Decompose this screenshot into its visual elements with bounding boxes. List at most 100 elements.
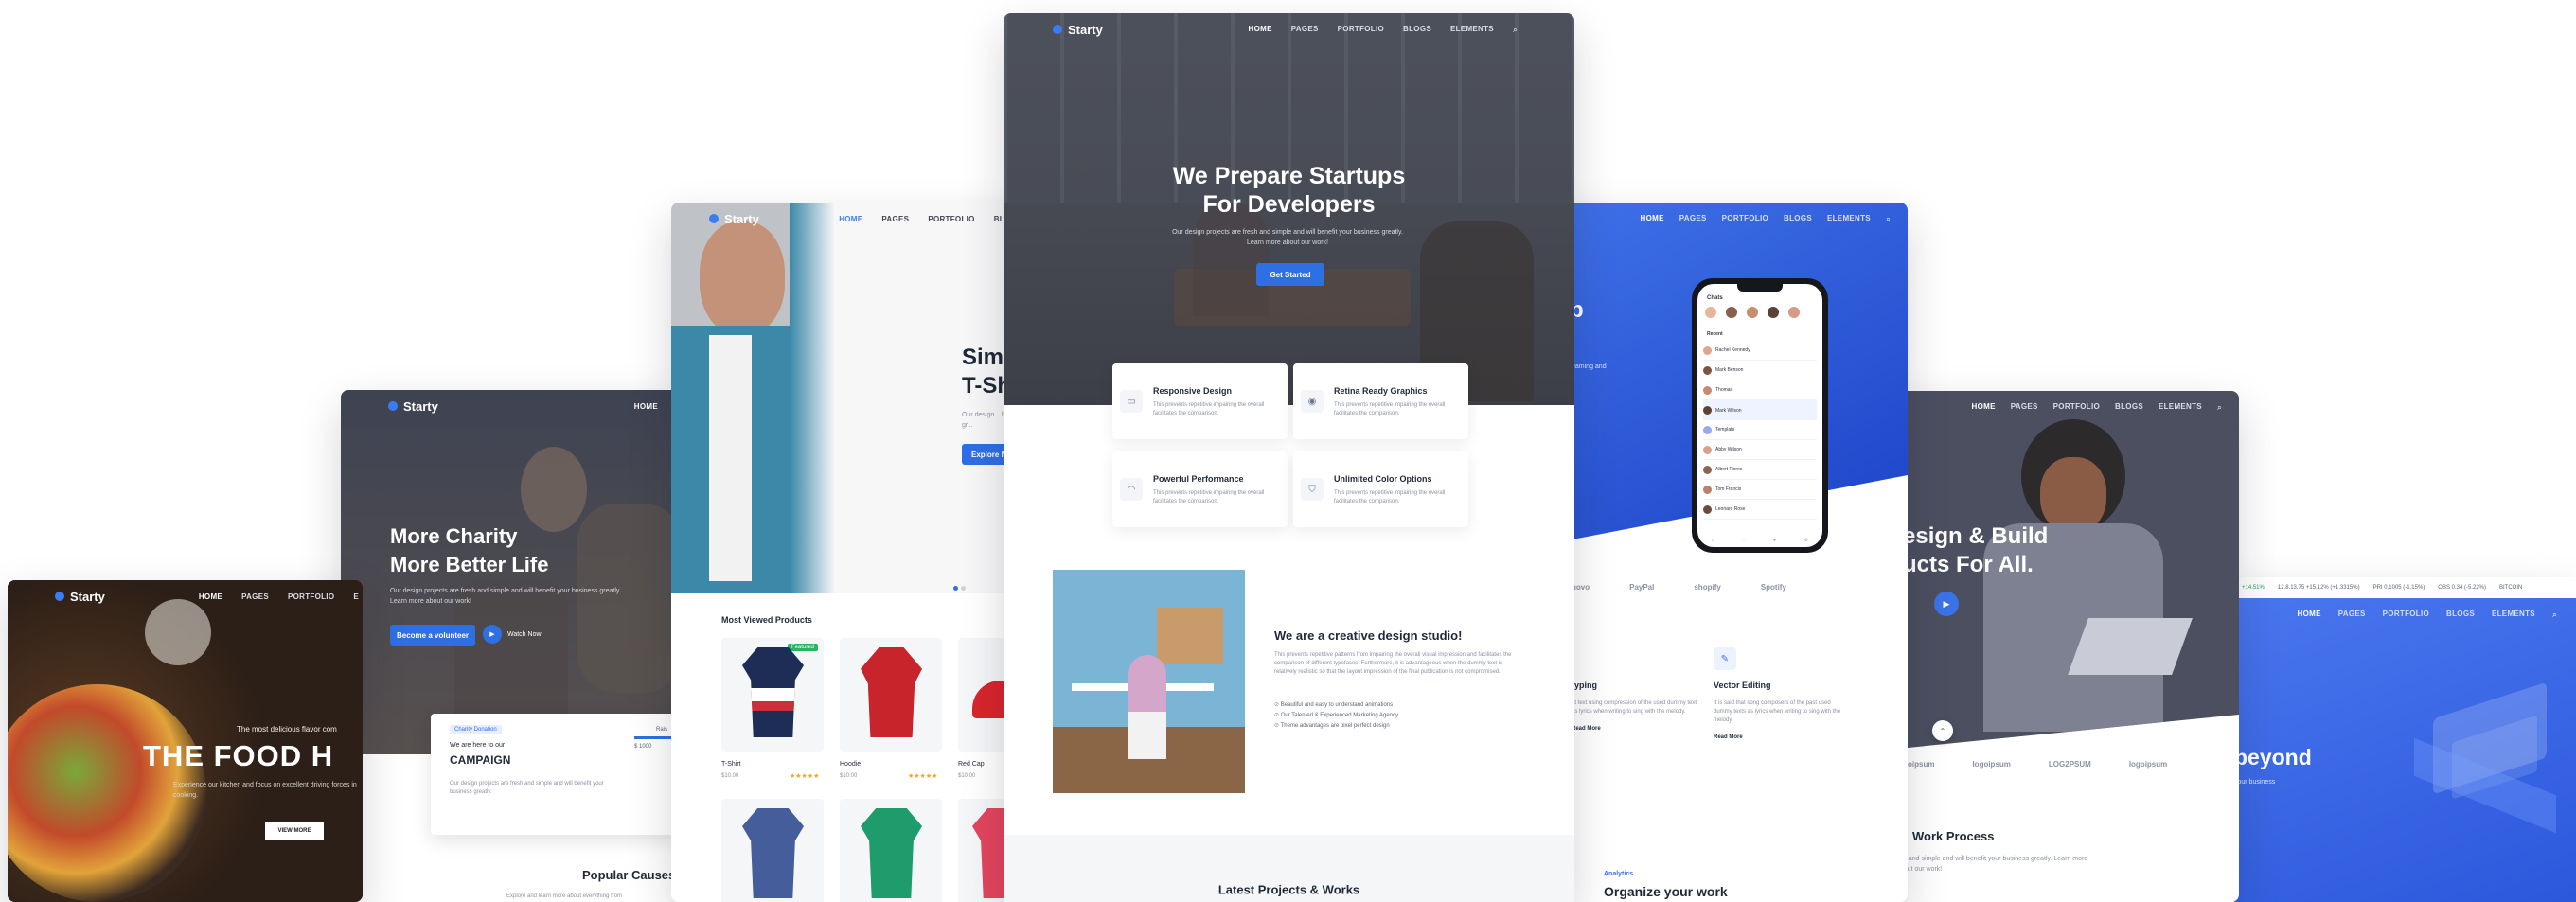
feature-card: ▭ Responsive Design This prevents repeti…	[1112, 363, 1288, 439]
shop-logo[interactable]: Starty	[709, 212, 759, 226]
analytics-tag: Analytics	[1604, 871, 1634, 877]
ticker-item: BITCOIN	[2499, 585, 2523, 591]
product-name: Hoodie	[840, 761, 862, 768]
monitor-icon: ▭	[1127, 396, 1136, 407]
logo-text: Starty	[1068, 22, 1103, 37]
scroll-up-button[interactable]: ⌃	[1932, 720, 1953, 741]
view-more-button[interactable]: VIEW MORE	[265, 822, 324, 840]
app-preview: HOME PAGES PORTFOLIO BLOGS ELEMENTS ⌕ p …	[1553, 203, 1908, 902]
contact-row[interactable]: Tom Francis	[1703, 480, 1817, 500]
studio-image	[1053, 570, 1245, 793]
nav-pages[interactable]: PAGES	[2011, 402, 2038, 413]
nav-pages[interactable]: PAGES	[1679, 214, 1707, 224]
charity-logo[interactable]: Starty	[388, 399, 438, 414]
feature-text: This prevents repetitive impairing the o…	[1153, 490, 1265, 504]
settings-icon[interactable]: ⚙	[1804, 538, 1808, 543]
nav-home[interactable]: HOME	[634, 402, 658, 411]
product-card[interactable]	[840, 638, 942, 752]
get-started-button[interactable]: Get Started	[1256, 263, 1324, 286]
logo-text: Starty	[70, 589, 105, 604]
contact-name: Rachel Kennedy	[1715, 347, 1750, 353]
slider-dots[interactable]	[953, 586, 966, 591]
nav-home[interactable]: HOME	[2298, 610, 2321, 620]
nav-portfolio[interactable]: PORTFOLIO	[1722, 214, 1768, 224]
nav-pages[interactable]: PAGES	[2338, 610, 2366, 620]
nav-home[interactable]: HOME	[1972, 402, 1996, 413]
nav-elements[interactable]: ELEMENTS	[1827, 214, 1871, 224]
nav-pages[interactable]: PAGES	[241, 592, 269, 601]
search-icon[interactable]: ⌕	[1886, 214, 1891, 224]
home-icon[interactable]: ⌂	[1712, 538, 1714, 543]
ticker-item: +14.51%	[2242, 585, 2265, 591]
nav-portfolio[interactable]: PORTFOLIO	[2053, 402, 2100, 413]
contact-row[interactable]: Leonard Rose	[1703, 500, 1817, 520]
crypto-nav: HOME PAGES PORTFOLIO BLOGS ELEMENTS ⌕	[2234, 598, 2576, 630]
nav-portfolio[interactable]: PORTFOLIO	[928, 215, 974, 223]
nav-home[interactable]: HOME	[839, 215, 862, 223]
charity-preview: Starty HOME More Charity More Better Lif…	[341, 390, 686, 902]
nav-home[interactable]: HOME	[1249, 25, 1272, 35]
ticker-item: OBS 0.34 (-5.22%)	[2438, 585, 2486, 591]
process-text: ssh and simple and will benefit your bus…	[1896, 856, 2088, 873]
product-card[interactable]	[721, 799, 824, 902]
nav-blogs[interactable]: BLOGS	[1403, 25, 1431, 35]
product-price: $10.00	[840, 773, 858, 779]
logo-item: LOG2PSUM	[2048, 760, 2091, 769]
nav-elements[interactable]: E	[353, 592, 359, 601]
bullet-item: ⊘ Theme advantages are pixel perfect des…	[1274, 722, 1390, 729]
nav-pages[interactable]: PAGES	[881, 215, 909, 223]
phone-notch	[1737, 284, 1783, 292]
process-title: Work Process	[1912, 829, 1995, 843]
product-card[interactable]: Featured	[721, 638, 824, 752]
chat-icon[interactable]: ◌	[1742, 538, 1745, 543]
nav-elements[interactable]: ELEMENTS	[2159, 402, 2202, 413]
watch-now[interactable]: ▶ Watch Now	[483, 625, 542, 644]
volunteer-button[interactable]: Become a volunteer	[390, 625, 475, 646]
nav-blogs[interactable]: BLOGS	[2446, 610, 2475, 620]
contact-row[interactable]: Template	[1703, 420, 1817, 440]
nav-elements[interactable]: ELEMENTS	[1450, 25, 1494, 35]
search-icon[interactable]: ⌕	[2552, 610, 2557, 620]
contact-name: Leonard Rose	[1715, 506, 1746, 512]
nav-elements[interactable]: ELEMENTS	[2492, 610, 2535, 620]
feature-icon-box: ◠	[1120, 478, 1143, 501]
user-icon[interactable]: ●	[1773, 538, 1776, 543]
popular-text: Explore and learn more about everything …	[506, 893, 623, 899]
design-preview: HOME PAGES PORTFOLIO BLOGS ELEMENTS ⌕ es…	[1879, 391, 2239, 902]
product-name: T-Shirt	[721, 761, 741, 768]
nav-blogs[interactable]: BLOGS	[2115, 402, 2143, 413]
food-logo[interactable]: Starty	[55, 590, 105, 604]
nav-blogs[interactable]: BLOGS	[1784, 214, 1812, 224]
tshirt-image	[742, 808, 804, 898]
read-more-link[interactable]: Read More	[1572, 726, 1699, 732]
search-icon[interactable]: ⌕	[1513, 25, 1518, 35]
contact-row[interactable]: Rachel Kennedy	[1703, 341, 1817, 361]
feature-title: Unlimited Color Options	[1334, 474, 1432, 484]
nav-portfolio[interactable]: PORTFOLIO	[2383, 610, 2429, 620]
hero-title-1: We Prepare Startups	[1172, 163, 1406, 189]
crypto-ticker: +14.51% 12.8.13.75 +15.12% (+1.3315%) PR…	[2234, 577, 2576, 598]
contact-row[interactable]: Mark Wilson	[1703, 400, 1817, 420]
read-more-link[interactable]: Read More	[1714, 734, 1841, 740]
phone-mockup: Chats Recent Rachel Kennedy Mark Benson …	[1692, 278, 1828, 553]
contact-row[interactable]: Abby Wilson	[1703, 440, 1817, 460]
feature-title: Vector Editing	[1714, 681, 1771, 690]
studio-text: This prevents repetitive patterns from i…	[1274, 652, 1512, 675]
contact-row[interactable]: Mark Benson	[1703, 361, 1817, 380]
eye-icon: ◉	[1307, 396, 1317, 407]
bullet-item: ⊘ Beautiful and easy to understand anima…	[1274, 702, 1394, 708]
nav-portfolio[interactable]: PORTFOLIO	[1338, 25, 1384, 35]
feature-title: Responsive Design	[1153, 386, 1233, 396]
nav-home[interactable]: HOME	[199, 592, 222, 601]
crypto-preview: +14.51% 12.8.13.75 +15.12% (+1.3315%) PR…	[2234, 577, 2576, 902]
contact-row[interactable]: Albert Flores	[1703, 460, 1817, 480]
latest-section: Latest Projects & Works	[1004, 835, 1574, 902]
nav-portfolio[interactable]: PORTFOLIO	[288, 592, 334, 601]
search-icon[interactable]: ⌕	[2217, 402, 2222, 413]
contact-row[interactable]: Thomas	[1703, 380, 1817, 400]
nav-home[interactable]: HOME	[1641, 214, 1664, 224]
nav-pages[interactable]: PAGES	[1291, 25, 1319, 35]
center-logo[interactable]: Starty	[1053, 23, 1103, 37]
product-card[interactable]	[840, 799, 942, 902]
play-button[interactable]: ▶	[1934, 592, 1959, 616]
